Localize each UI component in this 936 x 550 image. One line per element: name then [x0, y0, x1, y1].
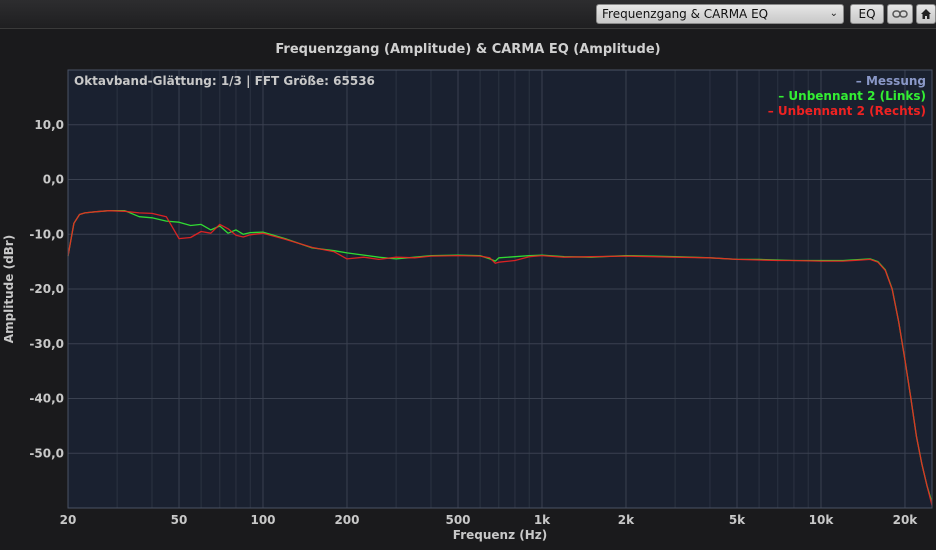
x-tick-label: 500 [445, 513, 470, 527]
x-tick-label: 10k [809, 513, 835, 527]
y-tick-label: -30,0 [29, 337, 64, 351]
x-tick-label: 5k [729, 513, 746, 527]
x-tick-label: 100 [250, 513, 275, 527]
y-axis-label: Amplitude (dBr) [2, 235, 16, 343]
legend-entry: – Unbennant 2 (Links) [778, 89, 926, 103]
frequency-response-chart: 20 50 100 200 500 1k 2k 5k 10k 20k 10,0 0,0 -10,0 -20… [2, 69, 933, 542]
legend-entry: – Messung [856, 74, 926, 88]
y-tick-label: -20,0 [29, 282, 64, 296]
y-tick-label: 0,0 [43, 173, 64, 187]
y-tick-label: -10,0 [29, 227, 64, 241]
x-tick-label: 50 [171, 513, 188, 527]
x-tick-label: 1k [534, 513, 551, 527]
info-text: Oktavband-Glättung: 1/3 | FFT Größe: 655… [74, 74, 375, 88]
x-tick-label: 20k [893, 513, 919, 527]
x-tick-label: 20 [60, 513, 77, 527]
x-axis-label: Frequenz (Hz) [453, 528, 547, 542]
y-tick-label: -40,0 [29, 392, 64, 406]
y-tick-label: 10,0 [34, 118, 64, 132]
x-tick-label: 2k [618, 513, 635, 527]
x-tick-label: 200 [334, 513, 359, 527]
legend-entry: – Unbennant 2 (Rechts) [768, 104, 926, 118]
y-tick-label: -50,0 [29, 446, 64, 460]
